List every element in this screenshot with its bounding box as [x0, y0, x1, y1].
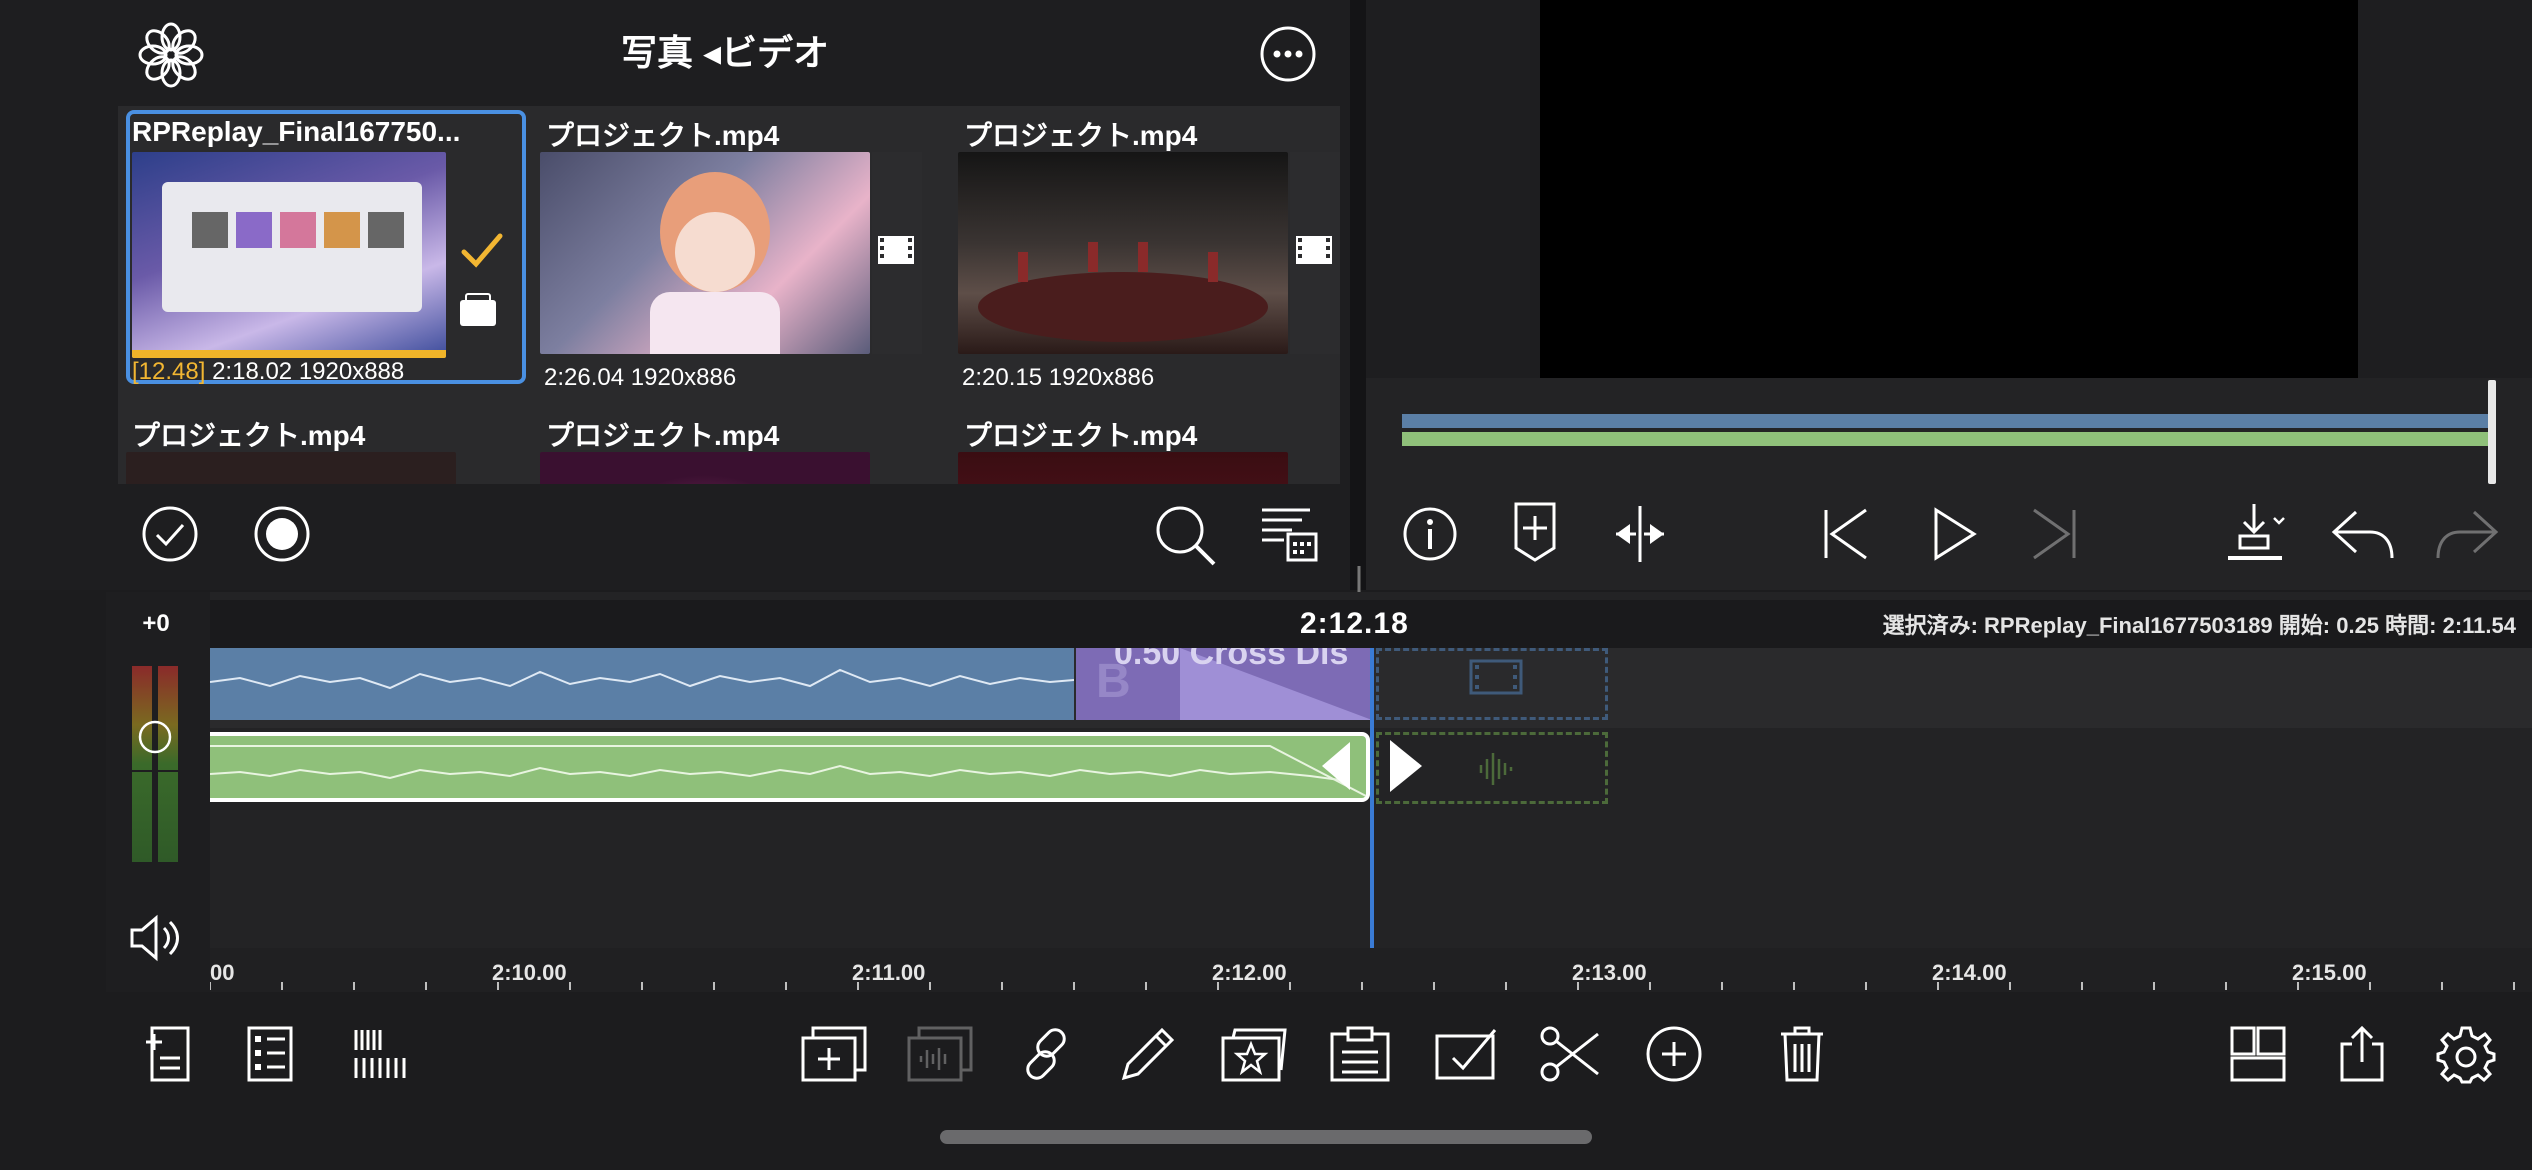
library-item-meta: [12.48] 2:18.02 1920x888	[132, 358, 405, 385]
selection-info: 選択済み: RPReplay_Final1677503189 開始: 0.25 …	[1882, 613, 2516, 638]
video-placeholder[interactable]	[1376, 648, 1608, 720]
playhead[interactable]	[1370, 648, 1374, 992]
preview-scrubber-handle[interactable]	[2488, 380, 2496, 484]
check-circle-icon[interactable]	[140, 504, 200, 564]
transition-clip[interactable]: B 0.50 Cross Dis	[1076, 648, 1372, 720]
check-box-icon[interactable]	[1426, 1014, 1506, 1094]
video-clip[interactable]	[210, 648, 1074, 720]
library-item[interactable]: プロジェクト.mp4	[126, 410, 526, 484]
home-indicator[interactable]	[940, 1130, 1592, 1144]
add-clip-icon[interactable]	[130, 1014, 210, 1094]
record-icon[interactable]	[252, 504, 312, 564]
preview-video-bar[interactable]	[1402, 414, 2494, 428]
video-thumbnail	[958, 152, 1288, 354]
meter-divider	[132, 770, 178, 772]
video-thumbnail	[540, 452, 870, 484]
audio-overlay-icon[interactable]	[900, 1014, 980, 1094]
link-icon[interactable]	[1006, 1014, 1086, 1094]
audio-placeholder[interactable]	[1376, 732, 1608, 804]
library-title[interactable]: 写真 ◂ビデオ	[560, 28, 890, 78]
library-item[interactable]: プロジェクト.mp4	[958, 410, 1358, 484]
video-thumbnail	[540, 152, 870, 354]
library-item[interactable]: RPReplay_Final167750... [12.48] 2:18.02 …	[126, 110, 526, 385]
library-item-title: プロジェクト.mp4	[546, 420, 780, 451]
library-item-title: プロジェクト.mp4	[964, 420, 1198, 451]
library-item[interactable]: プロジェクト.mp4 2:26.04 1920x886	[540, 110, 940, 391]
speaker-icon[interactable]	[128, 910, 184, 966]
library-item-title: プロジェクト.mp4	[132, 420, 366, 451]
sort-date-icon[interactable]	[1258, 504, 1318, 564]
undo-icon[interactable]	[2328, 504, 2398, 564]
preview-audio-bar[interactable]	[1402, 432, 2494, 446]
favorite-icon[interactable]	[1214, 1014, 1294, 1094]
ruler-ticks	[210, 982, 2515, 990]
clipboard-icon[interactable]	[1320, 1014, 1400, 1094]
library-item[interactable]: プロジェクト.mp4 2:20.15 1920x886	[958, 110, 1358, 391]
timecode: 2:12.18	[1300, 607, 1409, 640]
play-icon[interactable]	[1926, 504, 1982, 564]
pencil-icon[interactable]	[1108, 1014, 1188, 1094]
audio-meter-right	[158, 666, 178, 862]
library-item-meta: 2:26.04 1920x886	[544, 364, 737, 391]
list-icon[interactable]	[230, 1014, 310, 1094]
skip-forward-icon[interactable]	[2026, 504, 2082, 564]
more-options-icon[interactable]	[1258, 24, 1318, 84]
layout-icon[interactable]	[2218, 1014, 2298, 1094]
library-item-title: プロジェクト.mp4	[964, 120, 1198, 151]
checkmark-icon	[456, 226, 506, 276]
vertical-splitter[interactable]	[1350, 0, 1366, 590]
audio-meter-left	[132, 666, 152, 862]
split-icon[interactable]	[1612, 504, 1668, 564]
search-icon[interactable]	[1154, 504, 1218, 568]
add-circle-icon[interactable]	[1634, 1014, 1714, 1094]
add-overlay-icon[interactable]	[794, 1014, 874, 1094]
transition-label: 0.50 Cross Dis	[1114, 648, 1349, 672]
add-marker-icon[interactable]	[1510, 500, 1560, 564]
library-item-title: RPReplay_Final167750...	[132, 116, 461, 147]
audio-clip[interactable]	[210, 732, 1370, 802]
settings-icon[interactable]	[2426, 1014, 2506, 1094]
share-icon[interactable]	[2322, 1014, 2402, 1094]
skip-back-icon[interactable]	[1818, 504, 1874, 564]
video-preview[interactable]	[1540, 0, 2358, 378]
export-frame-icon[interactable]	[2226, 500, 2296, 564]
info-icon[interactable]	[1402, 504, 1458, 564]
gain-label: +0	[142, 610, 170, 637]
folder-icon	[458, 292, 498, 328]
library-item-meta: 2:20.15 1920x886	[962, 364, 1155, 391]
video-thumbnail	[132, 152, 446, 358]
library-item-title: プロジェクト.mp4	[546, 120, 780, 151]
redo-icon[interactable]	[2432, 504, 2502, 564]
flower-menu-icon[interactable]	[136, 20, 206, 90]
volume-knob[interactable]	[138, 720, 172, 754]
film-icon	[1292, 228, 1336, 272]
video-thumbnail	[126, 452, 456, 484]
scissors-icon[interactable]	[1530, 1014, 1610, 1094]
barcode-icon[interactable]	[340, 1014, 420, 1094]
film-icon	[874, 228, 918, 272]
trash-icon[interactable]	[1762, 1014, 1842, 1094]
video-thumbnail	[958, 452, 1288, 484]
library-item[interactable]: プロジェクト.mp4	[540, 410, 940, 484]
